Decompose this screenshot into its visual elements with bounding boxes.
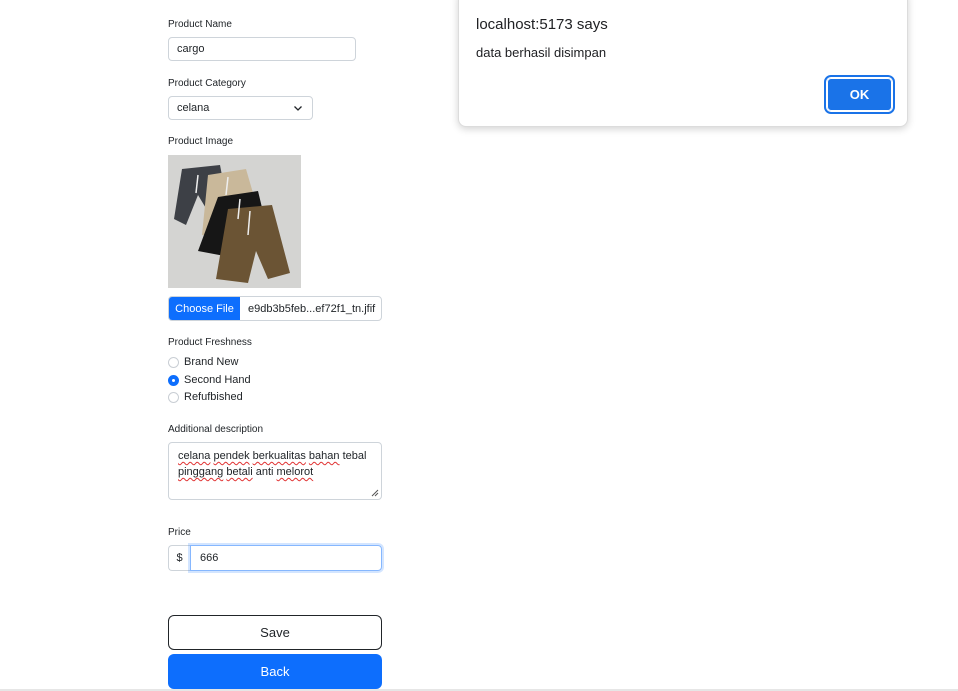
price-label: Price: [168, 527, 191, 538]
description-word: celana: [178, 450, 211, 462]
product-image-label: Product Image: [168, 136, 234, 147]
cargo-shorts-photo: [168, 155, 301, 288]
product-freshness-label: Product Freshness: [168, 337, 252, 348]
ok-button[interactable]: OK: [824, 75, 895, 114]
description-word: melorot: [276, 466, 314, 478]
description-word: berkualitas: [252, 450, 306, 462]
dialog-title: localhost:5173 says: [476, 16, 608, 33]
description-word: bahan: [308, 450, 340, 462]
product-name-label: Product Name: [168, 19, 232, 30]
description-word: pendek: [213, 450, 250, 462]
product-category-label: Product Category: [168, 78, 246, 89]
save-button[interactable]: Save: [168, 615, 382, 650]
product-name-input[interactable]: cargo: [168, 37, 356, 61]
description-word: anti: [255, 466, 274, 478]
description-line-2: pinggang betali anti melorot: [178, 464, 372, 480]
resize-grip-icon[interactable]: [371, 489, 379, 497]
radio-unchecked-icon[interactable]: [168, 356, 179, 368]
additional-description-label: Additional description: [168, 424, 264, 435]
description-word: tebal: [342, 450, 367, 462]
description-word: betali: [226, 466, 253, 478]
price-input[interactable]: 666: [190, 545, 382, 571]
description-textarea[interactable]: celana pendek berkualitas bahan tebal pi…: [168, 442, 382, 500]
product-category-select[interactable]: celana: [168, 96, 313, 120]
radio-label: Brand New: [184, 356, 239, 368]
product-image-file-input[interactable]: Choose File e9db3b5feb...ef72f1_tn.jfif: [168, 296, 382, 321]
product-category-value: celana: [177, 102, 210, 114]
radio-brand-new[interactable]: Brand New: [168, 356, 238, 368]
alert-dialog: localhost:5173 says data berhasil disimp…: [458, 0, 908, 127]
dialog-message: data berhasil disimpan: [476, 45, 607, 60]
product-image-preview: [168, 155, 301, 288]
radio-label: Second Hand: [184, 374, 251, 386]
choose-file-button[interactable]: Choose File: [169, 297, 240, 320]
chevron-down-icon: [294, 106, 302, 111]
radio-refurbished[interactable]: Refufbished: [168, 391, 243, 403]
radio-second-hand[interactable]: Second Hand: [168, 374, 251, 386]
description-word: pinggang: [178, 466, 224, 478]
radio-unchecked-icon[interactable]: [168, 391, 179, 403]
selected-file-name: e9db3b5feb...ef72f1_tn.jfif: [248, 302, 376, 315]
radio-checked-icon[interactable]: [168, 374, 179, 386]
radio-label: Refufbished: [184, 391, 243, 403]
price-input-group: $ 666: [168, 545, 382, 571]
description-line-1: celana pendek berkualitas bahan tebal: [178, 448, 372, 464]
back-button[interactable]: Back: [168, 654, 382, 689]
currency-prefix: $: [168, 545, 190, 571]
